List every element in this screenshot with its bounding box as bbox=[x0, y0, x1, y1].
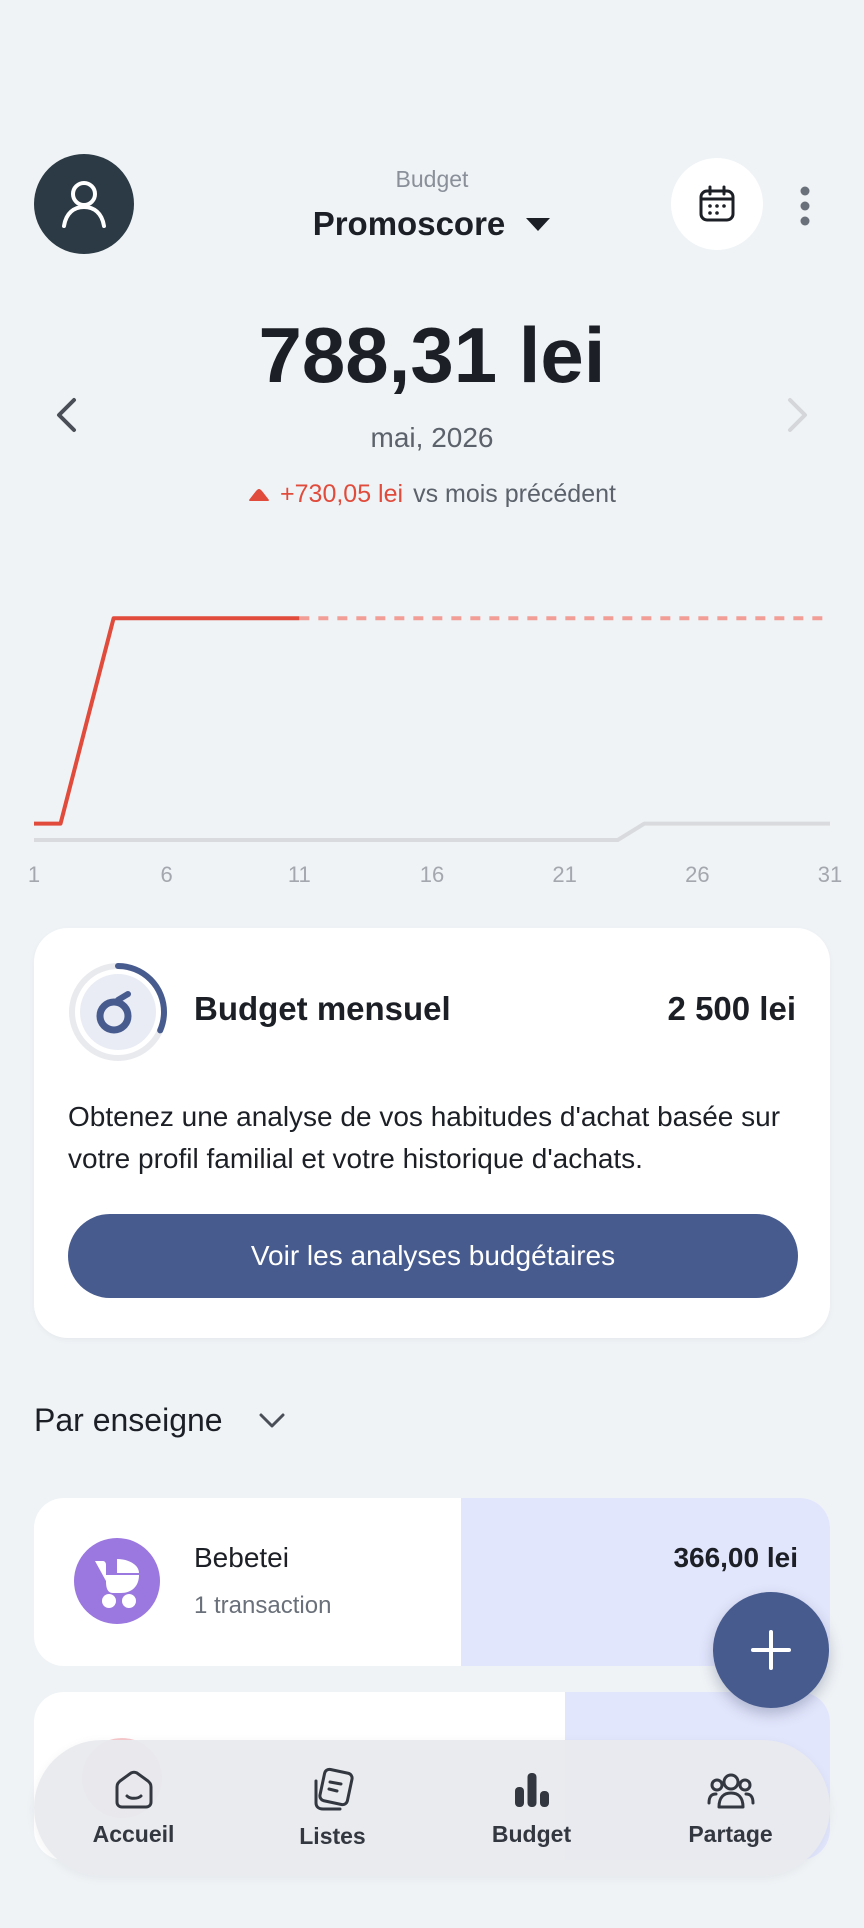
group-by-selector[interactable]: Par enseigne bbox=[34, 1402, 285, 1439]
baby-stroller-icon bbox=[95, 1559, 139, 1608]
list-icon bbox=[314, 1767, 354, 1810]
home-icon bbox=[115, 1770, 152, 1808]
nav-label: Partage bbox=[688, 1820, 773, 1847]
nav-item-partage[interactable]: Partage bbox=[641, 1769, 821, 1848]
monthly-budget-card: Budget mensuel 2 500 lei Obtenez une ana… bbox=[34, 928, 830, 1338]
plus-icon bbox=[751, 1630, 791, 1670]
nav-item-budget[interactable]: Budget bbox=[442, 1769, 622, 1848]
merchant-amount: 366,00 lei bbox=[673, 1542, 798, 1573]
budget-amount: 2 500 lei bbox=[667, 990, 796, 1027]
chart-series-line bbox=[34, 616, 300, 826]
user-icon bbox=[62, 181, 106, 228]
chart-series-line bbox=[34, 821, 830, 842]
x-tick-label: 26 bbox=[685, 862, 709, 887]
delta-value: +730,05 lei bbox=[280, 480, 404, 508]
add-transaction-button[interactable] bbox=[713, 1592, 829, 1708]
nav-label: Listes bbox=[299, 1822, 366, 1849]
spending-chart: 1 6 11 16 21 26 31 bbox=[28, 616, 842, 887]
merchant-name: Bebetei bbox=[194, 1542, 289, 1573]
nav-item-listes[interactable]: Listes bbox=[243, 1767, 423, 1850]
caret-down-icon bbox=[526, 218, 551, 231]
budget-name: Promoscore bbox=[312, 205, 506, 242]
triangle-up-icon bbox=[249, 488, 270, 501]
budget-selector[interactable]: Budget Promoscore bbox=[232, 166, 632, 243]
budget-title: Budget mensuel bbox=[194, 990, 451, 1027]
profile-avatar[interactable] bbox=[34, 154, 134, 254]
budget-dropdown[interactable]: Promoscore bbox=[313, 205, 552, 243]
more-vertical-icon bbox=[800, 186, 810, 226]
calendar-button[interactable] bbox=[671, 158, 763, 250]
users-icon bbox=[707, 1773, 754, 1808]
nav-label: Accueil bbox=[92, 1820, 175, 1847]
x-tick-label: 11 bbox=[288, 862, 311, 887]
merchant-transaction-count: 1 transaction bbox=[194, 1592, 332, 1619]
view-budget-analysis-button[interactable]: Voir les analyses budgétaires bbox=[68, 1214, 798, 1298]
x-tick-label: 16 bbox=[420, 862, 444, 887]
current-period: mai, 2026 bbox=[370, 422, 494, 453]
header-subtitle: Budget bbox=[395, 166, 469, 192]
month-comparison: +730,05 lei vs mois précédent bbox=[132, 480, 732, 509]
nav-item-accueil[interactable]: Accueil bbox=[44, 1769, 224, 1848]
delta-text: vs mois précédent bbox=[413, 480, 616, 508]
monthly-total: 788,31 lei bbox=[258, 311, 606, 399]
previous-month-button[interactable] bbox=[46, 390, 86, 440]
next-month-button[interactable] bbox=[778, 390, 818, 440]
merchant-row[interactable]: Bebetei 1 transaction 366,00 lei bbox=[34, 1498, 830, 1666]
x-tick-label: 21 bbox=[552, 862, 576, 887]
chevron-right-icon bbox=[788, 398, 807, 432]
budget-gauge bbox=[69, 963, 167, 1061]
calendar-icon bbox=[699, 185, 735, 222]
more-options-button[interactable] bbox=[790, 184, 820, 228]
x-tick-label: 31 bbox=[818, 862, 842, 887]
nav-label: Budget bbox=[491, 1820, 572, 1847]
bottom-navigation: Accueil Listes Budget Partage bbox=[34, 1740, 830, 1876]
bar-chart-icon bbox=[514, 1772, 549, 1807]
x-tick-label: 1 bbox=[28, 862, 40, 887]
chevron-left-icon bbox=[57, 398, 76, 432]
merchant-logo bbox=[74, 1538, 160, 1624]
x-tick-label: 6 bbox=[161, 862, 173, 887]
chevron-down-icon bbox=[259, 1413, 285, 1427]
section-title: Par enseigne bbox=[34, 1402, 223, 1438]
budget-description: Obtenez une analyse de vos habitudes d'a… bbox=[68, 1101, 781, 1174]
